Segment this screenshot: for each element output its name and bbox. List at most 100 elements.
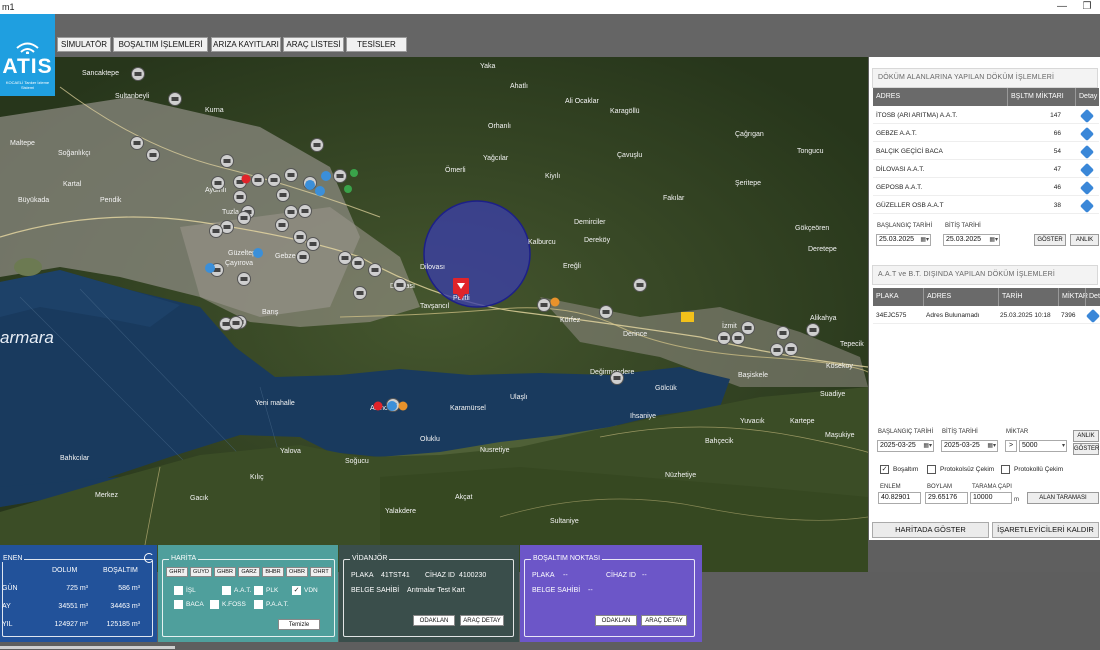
tanker-marker-icon[interactable] [321,171,331,181]
area-scan-button[interactable]: ALAN TARAMASI [1027,492,1099,504]
harita-tab-ohbr[interactable]: OHBR [286,567,308,577]
outside-end-date[interactable]: 2025-03-25 ▦▾ [941,440,998,452]
vehicle-marker-icon[interactable] [233,190,247,204]
vehicle-marker-icon[interactable] [784,342,798,356]
outside-show-button[interactable]: GÖSTER [1073,443,1099,455]
harita-check-1[interactable] [222,586,231,595]
harita-check-4[interactable] [174,600,183,609]
tanker-marker-icon[interactable] [253,248,263,258]
disposal-end-date[interactable]: 25.03.2025 ▦▾ [943,234,1000,246]
harita-tab-bhbr[interactable]: BHBR [262,567,284,577]
disposal-show-button[interactable]: GÖSTER [1034,234,1066,246]
harita-tab-ohrt[interactable]: OHRT [310,567,332,577]
nav-arac-listesi-button[interactable]: ARAÇ LİSTESİ [283,37,344,52]
tanker-marker-icon[interactable] [305,180,315,190]
vehicle-marker-icon[interactable] [284,205,298,219]
nav-bosaltim-button[interactable]: BOŞALTIM İŞLEMLERİ [113,37,208,52]
harita-check-6[interactable] [254,600,263,609]
harita-clear-button[interactable]: Temizle [278,619,320,630]
tanker-marker-icon[interactable] [387,401,397,411]
tanker-marker-icon[interactable] [315,186,325,196]
lat-input[interactable]: 40.82901 [878,492,921,504]
chevron-down-icon[interactable]: ▾ [1062,441,1065,451]
alert-marker-icon[interactable] [373,401,383,411]
harita-check-5[interactable] [210,600,219,609]
outside-amount-select[interactable]: 5000 ▾ [1019,440,1067,452]
calendar-icon[interactable]: ▦▾ [923,441,932,451]
vehicle-marker-icon[interactable] [293,230,307,244]
map-canvas[interactable]: Yaka Ahatlı Ali Ocaklar Karagöllü Sancaktepe… [0,57,868,572]
outside-instant-button[interactable]: ANLIK [1073,430,1099,442]
vehicle-marker-icon[interactable] [333,169,347,183]
protokollu-checkbox[interactable] [1001,465,1010,474]
vehicle-marker-icon[interactable] [229,316,243,330]
vehicle-marker-icon[interactable] [306,237,320,251]
harita-tab-ghrt[interactable]: GHRT [166,567,188,577]
disposal-start-date[interactable]: 25.03.2025 ▦▾ [876,234,931,246]
nav-tesisler-button[interactable]: TESİSLER [346,37,407,52]
bosaltim-detail-button[interactable]: ARAÇ DETAY [641,615,687,626]
vidanjor-focus-button[interactable]: ODAKLAN [413,615,455,626]
minimize-button[interactable]: — [1050,0,1074,14]
vehicle-marker-icon[interactable] [220,154,234,168]
vehicle-marker-icon[interactable] [310,138,324,152]
vehicle-marker-icon[interactable] [537,298,551,312]
alert-marker-icon[interactable] [241,174,251,184]
calendar-icon[interactable]: ▦▾ [920,235,929,245]
plant-marker-icon[interactable] [344,185,352,193]
vehicle-marker-icon[interactable] [276,188,290,202]
vehicle-marker-icon[interactable] [368,263,382,277]
harita-check-0[interactable] [174,586,183,595]
vehicle-marker-icon[interactable] [275,218,289,232]
vehicle-marker-icon[interactable] [298,204,312,218]
radius-input[interactable]: 10000 [970,492,1012,504]
outside-operator-select[interactable]: > [1005,440,1017,452]
vehicle-marker-icon[interactable] [806,323,820,337]
vehicle-marker-icon[interactable] [251,173,265,187]
nav-simulator-button[interactable]: SİMULATÖR [57,37,111,52]
tanker-marker-icon[interactable] [205,263,215,273]
vehicle-marker-icon[interactable] [717,331,731,345]
vehicle-marker-icon[interactable] [338,251,352,265]
harita-check-3[interactable]: ✓ [292,586,301,595]
vehicle-marker-icon[interactable] [296,250,310,264]
horizontal-scrollbar[interactable] [0,646,175,649]
vehicle-marker-icon[interactable] [146,148,160,162]
refresh-icon[interactable] [144,553,154,563]
vehicle-marker-icon[interactable] [353,286,367,300]
outside-start-date[interactable]: 2025-03-25 ▦▾ [877,440,934,452]
vehicle-marker-icon[interactable] [599,305,613,319]
vehicle-marker-icon[interactable] [211,176,225,190]
orange-marker-icon[interactable] [398,401,408,411]
vehicle-marker-icon[interactable] [209,224,223,238]
clear-markers-button[interactable]: İŞARETLEYİCİLERİ KALDIR [992,522,1099,538]
calendar-icon[interactable]: ▦▾ [989,235,998,245]
vehicle-marker-icon[interactable] [267,173,281,187]
lon-input[interactable]: 29.65176 [925,492,968,504]
vehicle-marker-icon[interactable] [237,211,251,225]
vehicle-marker-icon[interactable] [351,256,365,270]
vidanjor-detail-button[interactable]: ARAÇ DETAY [460,615,504,626]
nav-ariza-button[interactable]: ARIZA KAYITLARI [211,37,281,52]
vehicle-marker-icon[interactable] [237,272,251,286]
harita-tab-garz[interactable]: GARZ [238,567,260,577]
vehicle-marker-icon[interactable] [393,278,407,292]
disposal-instant-button[interactable]: ANLIK [1070,234,1099,246]
orange-marker-icon[interactable] [550,297,560,307]
fuel-marker-icon[interactable] [681,312,694,322]
harita-tab-ghbr[interactable]: GHBR [214,567,236,577]
calendar-icon[interactable]: ▦▾ [987,441,996,451]
vehicle-marker-icon[interactable] [731,331,745,345]
vehicle-marker-icon[interactable] [610,371,624,385]
satellite-map[interactable]: Yaka Ahatlı Ali Ocaklar Karagöllü Sancaktepe… [0,57,868,572]
vehicle-marker-icon[interactable] [633,278,647,292]
vehicle-marker-icon[interactable] [776,326,790,340]
vehicle-marker-icon[interactable] [284,168,298,182]
protokolsuz-checkbox[interactable] [927,465,936,474]
vehicle-marker-icon[interactable] [130,136,144,150]
restore-button[interactable]: ❐ [1075,0,1099,14]
vehicle-marker-icon[interactable] [131,67,145,81]
harita-tab-guyd[interactable]: GUYD [190,567,212,577]
vehicle-marker-icon[interactable] [168,92,182,106]
plant-marker-icon[interactable] [350,169,358,177]
